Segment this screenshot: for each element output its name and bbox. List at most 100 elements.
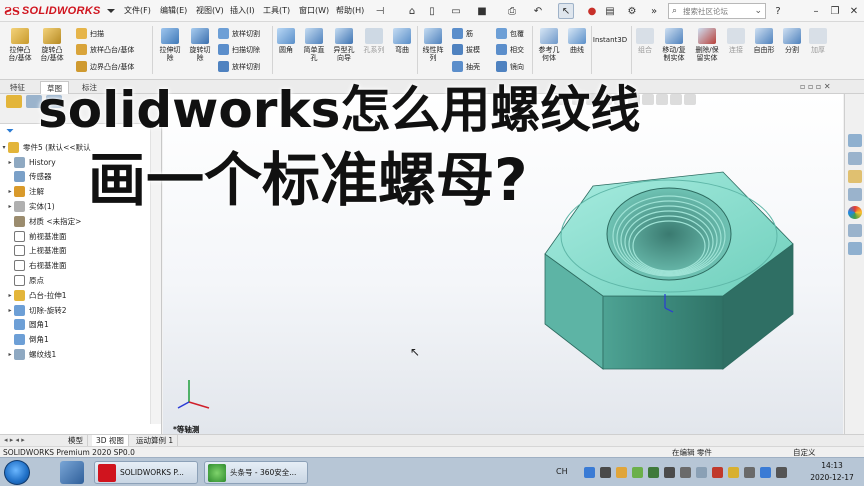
swept-cut-button[interactable]: 扫描切除 <box>218 44 260 55</box>
expand-arrow-icon[interactable]: ▸ <box>6 351 14 358</box>
file-explorer-icon[interactable] <box>848 170 862 183</box>
expand-arrow-icon[interactable]: ▸ <box>6 159 14 166</box>
rebuild-traffic-light-icon[interactable]: ● <box>584 3 600 19</box>
pin-icon[interactable]: ⊣ <box>372 3 388 19</box>
tree-item[interactable]: ▸ 凸台-拉伸1 <box>0 288 162 303</box>
system-clock[interactable]: 14:13 2020-12-17 <box>806 460 858 484</box>
save-icon[interactable]: ■ <box>474 3 490 19</box>
filter-funnel-icon[interactable]: ⏷ <box>6 126 14 137</box>
menu-file[interactable]: 文件(F) <box>124 5 151 16</box>
hole-wizard-button[interactable]: 异型孔 向导 <box>330 28 358 62</box>
tray-icon[interactable] <box>632 467 643 478</box>
expand-arrow-icon[interactable]: ▸ <box>6 203 14 210</box>
boundary-boss-button[interactable]: 边界凸台/基体 <box>76 61 134 72</box>
restore-icon[interactable]: ❐ <box>827 3 843 19</box>
menu-insert[interactable]: 插入(I) <box>230 5 255 16</box>
shell-button[interactable]: 抽壳 <box>452 61 480 72</box>
taskbar-task-browser[interactable]: 头条号 - 360安全... <box>204 461 308 484</box>
open-folder-icon[interactable]: ▭ <box>448 3 464 19</box>
file-properties-icon[interactable]: ▤ <box>602 3 618 19</box>
intersect-button[interactable]: 相交 <box>496 44 524 55</box>
menu-window[interactable]: 窗口(W) <box>299 5 329 16</box>
panel-restore-icon[interactable]: ▫ ▫ ▫ ✕ <box>800 82 831 91</box>
help-question-icon[interactable]: ? <box>770 3 786 19</box>
delete-keep-body-button[interactable]: 删除/保 留实体 <box>692 28 722 62</box>
lofted-cut-button[interactable]: 放样切割 <box>218 28 260 39</box>
expand-arrow-icon[interactable]: ▸ <box>6 188 14 195</box>
close-icon[interactable]: ✕ <box>846 3 862 19</box>
tray-icon[interactable] <box>664 467 675 478</box>
revolved-boss-button[interactable]: 旋转凸 台/基体 <box>37 28 67 62</box>
appearances-icon[interactable] <box>848 206 862 219</box>
expand-arrow-icon[interactable]: ▸ <box>6 292 14 299</box>
tree-item[interactable]: 右视基准面 <box>0 258 162 273</box>
curves-button[interactable]: 曲线 <box>565 28 589 54</box>
ime-indicator[interactable]: CH <box>556 467 568 476</box>
menu-tools[interactable]: 工具(T) <box>263 5 290 16</box>
custom-properties-icon[interactable] <box>848 224 862 237</box>
mirror-button[interactable]: 镜向 <box>496 61 524 72</box>
options-gear-icon[interactable]: ⚙ <box>624 3 640 19</box>
lofted-boss-button[interactable]: 放样凸台/基体 <box>76 44 134 55</box>
hide-show-items-icon[interactable] <box>642 94 654 105</box>
rib-button[interactable]: 筋 <box>452 28 473 39</box>
solidworks-logo[interactable]: ƧS SOLIDWORKS <box>4 3 115 19</box>
tree-item[interactable]: 倒角1 <box>0 332 162 347</box>
overflow-icon[interactable]: » <box>646 3 662 19</box>
menu-edit[interactable]: 编辑(E) <box>160 5 187 16</box>
tray-icon[interactable] <box>760 467 771 478</box>
lofted-cut-2-button[interactable]: 放样切割 <box>218 61 260 72</box>
print-icon[interactable]: ⎙ <box>504 3 520 19</box>
extruded-cut-button[interactable]: 拉伸切 除 <box>155 28 185 62</box>
view-settings-icon[interactable] <box>684 94 696 105</box>
revolved-cut-button[interactable]: 旋转切 除 <box>185 28 215 62</box>
volume-icon[interactable] <box>776 467 787 478</box>
tab-features[interactable]: 特征 <box>4 81 31 94</box>
move-copy-body-button[interactable]: 移动/复 制实体 <box>659 28 689 62</box>
tree-item[interactable]: 上视基准面 <box>0 244 162 259</box>
feature-manager-tab-icon[interactable] <box>6 95 22 108</box>
tree-item[interactable]: 原点 <box>0 273 162 288</box>
taskbar-task-solidworks[interactable]: SOLIDWORKS P... <box>94 461 198 484</box>
hole-series-button[interactable]: 孔系列 <box>360 28 388 54</box>
tree-item[interactable]: 圆角1 <box>0 318 162 333</box>
tree-item[interactable]: ▸ 螺纹线1 <box>0 347 162 362</box>
solidworks-forum-icon[interactable] <box>848 242 862 255</box>
flex-button[interactable]: 弯曲 <box>390 28 414 54</box>
expand-arrow-icon[interactable]: ▸ <box>6 307 14 314</box>
combine-button[interactable]: 组合 <box>633 28 657 54</box>
menu-view[interactable]: 视图(V) <box>196 5 224 16</box>
view-palette-icon[interactable] <box>848 188 862 201</box>
menu-help[interactable]: 帮助(H) <box>336 5 364 16</box>
start-button[interactable] <box>4 460 30 485</box>
search-dropdown-icon[interactable]: ⌄ <box>754 6 762 16</box>
swept-boss-button[interactable]: 扫描 <box>76 28 104 39</box>
apply-scene-icon[interactable] <box>670 94 682 105</box>
home-icon[interactable]: ⌂ <box>404 3 420 19</box>
tab-scroll-arrows-icon[interactable]: ◂ ▸ ◂ ▸ <box>4 436 25 444</box>
tray-icon[interactable] <box>696 467 707 478</box>
resources-icon[interactable] <box>848 134 862 147</box>
tray-icon[interactable] <box>584 467 595 478</box>
wrap-button[interactable]: 包覆 <box>496 28 524 39</box>
tree-item[interactable]: 前视基准面 <box>0 229 162 244</box>
hex-nut-model[interactable] <box>533 164 833 394</box>
linear-pattern-button[interactable]: 线性阵 列 <box>419 28 447 62</box>
network-icon[interactable] <box>744 467 755 478</box>
undo-icon[interactable]: ↶ <box>530 3 546 19</box>
thicken-button[interactable]: 加厚 <box>806 28 830 54</box>
search-input[interactable]: ⌕ 搜索社区论坛 ⌄ <box>668 3 766 19</box>
tray-icon[interactable] <box>680 467 691 478</box>
minimize-icon[interactable]: – <box>808 3 824 19</box>
design-library-icon[interactable] <box>848 152 862 165</box>
split-button[interactable]: 分割 <box>780 28 804 54</box>
new-document-icon[interactable]: ▯ <box>424 3 440 19</box>
tree-item[interactable]: 材质 <未指定> <box>0 214 162 229</box>
tray-icon[interactable] <box>712 467 723 478</box>
fillet-button[interactable]: 圆角 <box>274 28 298 54</box>
pinned-app-icon[interactable] <box>60 461 84 484</box>
graphics-viewport[interactable]: ↖ *等轴测 <box>163 94 843 434</box>
instant3d-button[interactable]: Instant3D <box>592 36 628 44</box>
tree-item[interactable]: ▸ 切除-旋转2 <box>0 303 162 318</box>
tray-icon[interactable] <box>648 467 659 478</box>
